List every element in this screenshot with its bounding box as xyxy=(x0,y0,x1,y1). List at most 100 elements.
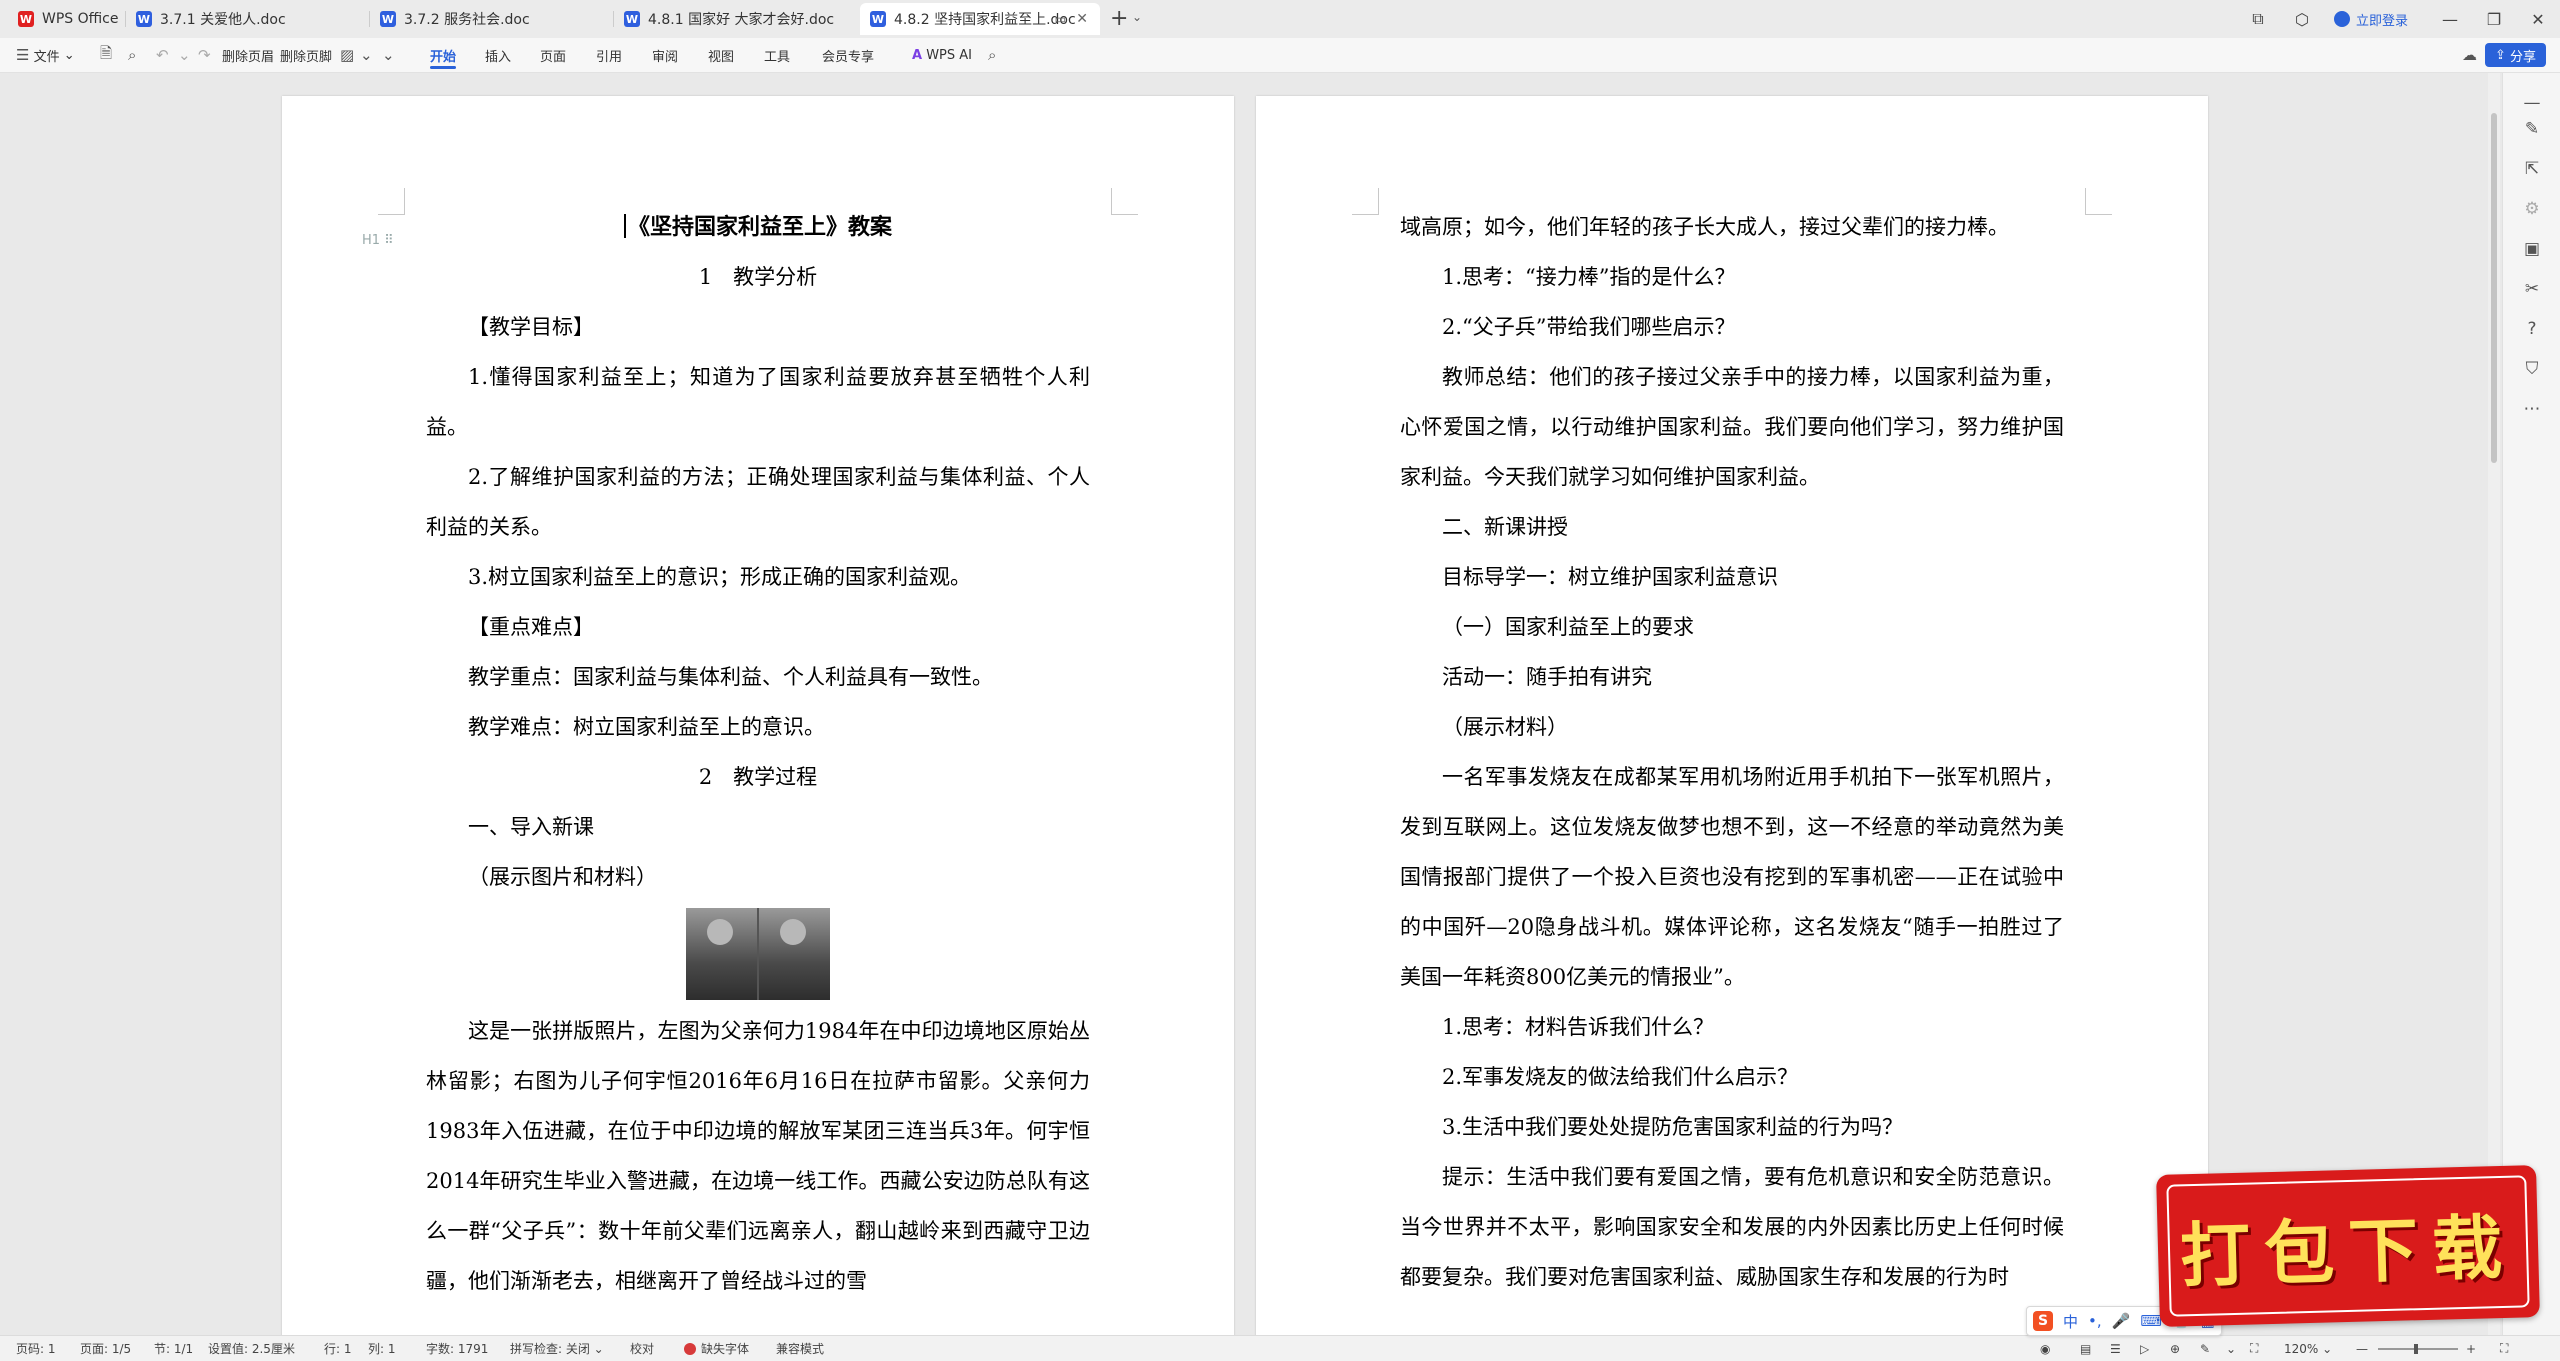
tab-home[interactable]: 开始 xyxy=(430,38,457,72)
goal-item[interactable]: 2.了解维护国家利益的方法；正确处理国家利益与集体利益、个人利益的关系。 xyxy=(426,452,1090,552)
document-page-2[interactable]: 域高原；如今，他们年轻的孩子长大成人，接过父辈们的接力棒。 1.思考：“接力棒”… xyxy=(1256,96,2208,1346)
key-point[interactable]: 教学重点：国家利益与集体利益、个人利益具有一致性。 xyxy=(426,652,1090,702)
tab-insert[interactable]: 插入 xyxy=(485,38,511,72)
tab-list-chevron-icon[interactable]: ⌄ xyxy=(1132,10,1142,24)
select-pointer-icon[interactable]: ⇱ xyxy=(2503,159,2560,179)
share-button[interactable]: ⇪ 分享 xyxy=(2484,43,2546,67)
label-goals[interactable]: 【教学目标】 xyxy=(426,302,1090,352)
tab-review[interactable]: 审阅 xyxy=(652,38,678,72)
minimize-icon[interactable]: — xyxy=(2428,10,2472,29)
help-icon[interactable]: ? xyxy=(2503,319,2560,339)
monitor-icon[interactable]: ▭ xyxy=(1055,12,1066,26)
section-heading[interactable]: 二、新课讲授 xyxy=(1400,502,2064,552)
body-paragraph[interactable]: 这是一张拼版照片，左图为父亲何力1984年在中印边境地区原始丛林留影；右图为儿子… xyxy=(426,1006,1090,1306)
fit-page-icon[interactable]: ⛶ xyxy=(2250,1336,2258,1361)
collapse-panel-icon[interactable]: — xyxy=(2503,93,2560,113)
zoom-menu-icon[interactable]: ⌄ xyxy=(2226,1336,2236,1361)
window-layout-icon[interactable]: ⧉ xyxy=(2236,9,2280,29)
status-page-number[interactable]: 页码: 1 xyxy=(16,1336,56,1361)
body-paragraph[interactable]: 一名军事发烧友在成都某军用机场附近用手机拍下一张军机照片，发到互联网上。这位发烧… xyxy=(1400,752,2064,1002)
cloud-sync-icon[interactable]: ☁ xyxy=(2462,38,2477,72)
section-heading[interactable]: 1 教学分析 xyxy=(426,252,1090,302)
undo-menu-chevron-icon[interactable]: ⌄ xyxy=(178,38,191,72)
wps-ai-button[interactable]: A WPS AI xyxy=(912,38,972,72)
target-heading[interactable]: 目标导学一：树立维护国家利益意识 xyxy=(1400,552,2064,602)
close-tab-icon[interactable]: ✕ xyxy=(1076,11,1088,27)
delete-footer-button[interactable]: 删除页脚 xyxy=(280,38,332,72)
section-heading[interactable]: 2 教学过程 xyxy=(426,752,1090,802)
status-pages[interactable]: 页面: 1/5 xyxy=(80,1336,131,1361)
download-promo-badge[interactable]: 打包下载 xyxy=(2156,1165,2540,1327)
question[interactable]: 2.军事发烧友的做法给我们什么启示？ xyxy=(1400,1052,2064,1102)
page-body[interactable]: H1 ⠿ 《坚持国家利益至上》教案 1 教学分析 【教学目标】 1.懂得国家利益… xyxy=(362,202,1090,1306)
tab-reference[interactable]: 引用 xyxy=(596,38,622,72)
body-paragraph[interactable]: 域高原；如今，他们年轻的孩子长大成人，接过父辈们的接力棒。 xyxy=(1400,202,2064,252)
father-son-photo[interactable] xyxy=(426,908,1090,1000)
picture-chevron-icon[interactable]: ⌄ xyxy=(360,38,373,72)
page-view-icon[interactable]: ▤ xyxy=(2080,1336,2091,1361)
more-chevron-icon[interactable]: ⌄ xyxy=(382,38,395,72)
microphone-icon[interactable]: 🎤 xyxy=(2112,1312,2131,1330)
hint-paragraph[interactable]: 提示：生活中我们要有爱国之情，要有危机意识和安全防范意识。当今世界并不太平，影响… xyxy=(1400,1152,2064,1302)
heading-style-marker[interactable]: H1 ⠿ xyxy=(362,216,394,266)
show-pictures-note[interactable]: （展示图片和材料） xyxy=(426,852,1090,902)
label-key-points[interactable]: 【重点难点】 xyxy=(426,602,1090,652)
pen-icon[interactable]: ✎ xyxy=(2503,119,2560,139)
skin-icon[interactable]: ⬡ xyxy=(2280,10,2324,29)
delete-header-button[interactable]: 删除页眉 xyxy=(222,38,274,72)
zoom-slider[interactable] xyxy=(2378,1344,2458,1354)
brush-icon[interactable]: ⌕ xyxy=(128,38,136,72)
status-word-count[interactable]: 字数: 1791 xyxy=(426,1336,488,1361)
tab-document-active[interactable]: W 4.8.2 坚持国家利益至上.doc ▭ ✕ xyxy=(860,3,1100,35)
zoom-out-icon[interactable]: — xyxy=(2356,1336,2368,1361)
web-view-icon[interactable]: ⊕ xyxy=(2170,1336,2180,1361)
ime-chinese-mode[interactable]: 中 xyxy=(2063,1311,2078,1332)
close-window-icon[interactable]: ✕ xyxy=(2516,10,2560,29)
member-icon[interactable]: ⛉ xyxy=(2503,359,2560,379)
zoom-slider-knob[interactable] xyxy=(2414,1344,2418,1354)
status-col[interactable]: 列: 1 xyxy=(368,1336,396,1361)
zoom-level[interactable]: 120% ⌄ xyxy=(2284,1336,2332,1361)
tab-document[interactable]: W 3.7.1 关爱他人.doc xyxy=(126,3,370,35)
tools-icon[interactable]: ✂ xyxy=(2503,279,2560,299)
restore-icon[interactable]: ❐ xyxy=(2472,10,2516,29)
tab-document[interactable]: W 4.8.1 国家好 大家才会好.doc xyxy=(614,3,858,35)
tab-document[interactable]: W 3.7.2 服务社会.doc xyxy=(370,3,614,35)
show-material-note[interactable]: （展示材料） xyxy=(1400,702,2064,752)
more-icon[interactable]: ⋯ xyxy=(2503,399,2560,419)
document-page-1[interactable]: H1 ⠿ 《坚持国家利益至上》教案 1 教学分析 【教学目标】 1.懂得国家利益… xyxy=(282,96,1234,1346)
status-proof[interactable]: 校对 xyxy=(630,1336,654,1361)
status-section[interactable]: 节: 1/1 xyxy=(154,1336,193,1361)
hard-point[interactable]: 教学难点：树立国家利益至上的意识。 xyxy=(426,702,1090,752)
question[interactable]: 1.思考：“接力棒”指的是什么？ xyxy=(1400,252,2064,302)
file-menu[interactable]: ☰ 文件 ⌄ xyxy=(16,38,75,72)
play-icon[interactable]: ▷ xyxy=(2140,1336,2149,1361)
zoom-in-icon[interactable]: + xyxy=(2466,1336,2476,1361)
sogou-ime-icon[interactable]: S xyxy=(2033,1311,2053,1331)
tab-view[interactable]: 视图 xyxy=(708,38,734,72)
sub-heading[interactable]: （一）国家利益至上的要求 xyxy=(1400,602,2064,652)
write-mode-icon[interactable]: ✎ xyxy=(2200,1336,2210,1361)
tab-member[interactable]: 会员专享 xyxy=(822,38,874,72)
tab-tools[interactable]: 工具 xyxy=(764,38,790,72)
tab-page[interactable]: 页面 xyxy=(540,38,566,72)
new-tab-button[interactable]: + xyxy=(1110,6,1128,31)
status-missing-font[interactable]: 缺失字体 xyxy=(684,1336,749,1361)
status-row[interactable]: 行: 1 xyxy=(324,1336,352,1361)
goal-item[interactable]: 1.懂得国家利益至上；知道为了国家利益要放弃甚至牺牲个人利益。 xyxy=(426,352,1090,452)
undo-icon[interactable]: ↶ xyxy=(156,38,169,72)
question[interactable]: 1.思考：材料告诉我们什么？ xyxy=(1400,1002,2064,1052)
login-button[interactable]: 立即登录 xyxy=(2333,10,2408,29)
status-compat-mode[interactable]: 兼容模式 xyxy=(776,1336,824,1361)
teacher-summary[interactable]: 教师总结：他们的孩子接过父亲手中的接力棒，以国家利益为重，心怀爱国之情，以行动维… xyxy=(1400,352,2064,502)
status-setting[interactable]: 设置值: 2.5厘米 xyxy=(208,1336,295,1361)
goal-item[interactable]: 3.树立国家利益至上的意识；形成正确的国家利益观。 xyxy=(426,552,1090,602)
activity-heading[interactable]: 活动一：随手拍有讲究 xyxy=(1400,652,2064,702)
status-spell-check[interactable]: 拼写检查: 关闭 ⌄ xyxy=(510,1336,604,1361)
tab-wps-office[interactable]: W WPS Office xyxy=(8,3,126,35)
document-title[interactable]: 《坚持国家利益至上》教案 xyxy=(426,202,1090,252)
punctuation-icon[interactable]: •, xyxy=(2088,1312,2102,1330)
question[interactable]: 3.生活中我们要处处提防危害国家利益的行为吗？ xyxy=(1400,1102,2064,1152)
document-area[interactable]: H1 ⠿ 《坚持国家利益至上》教案 1 教学分析 【教学目标】 1.懂得国家利益… xyxy=(0,73,2500,1346)
redo-icon[interactable]: ↷ xyxy=(198,38,211,72)
